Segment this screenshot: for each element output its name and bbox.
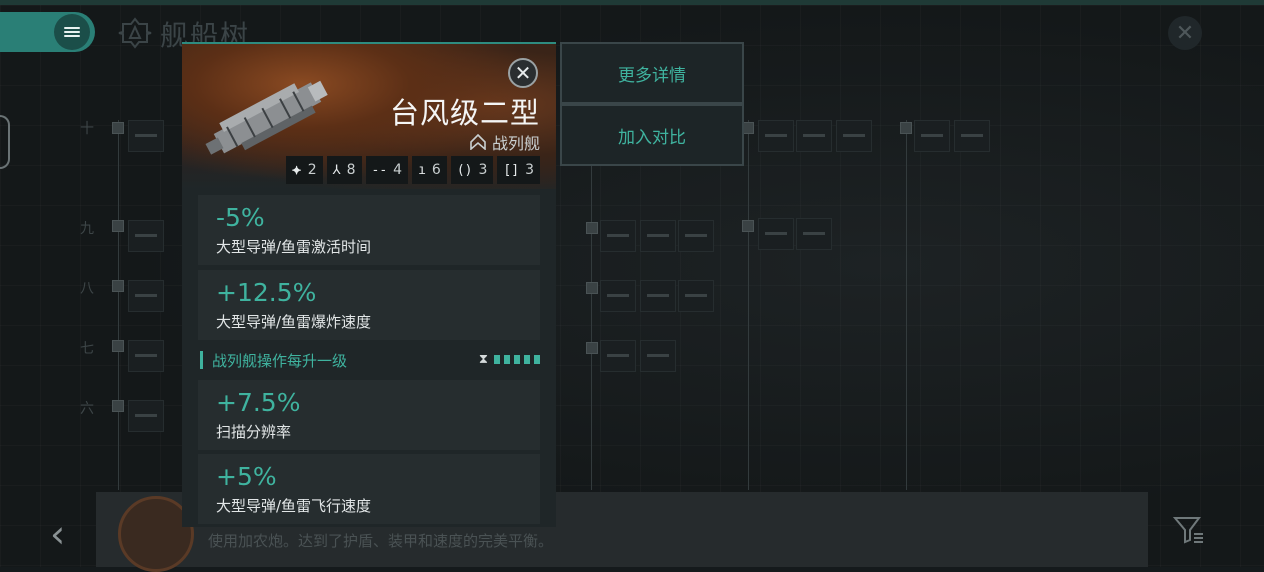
ship-node[interactable] xyxy=(128,120,164,152)
drone-icon: ⯌ xyxy=(291,162,302,178)
role-bonus: +12.5% 大型导弹/鱼雷爆炸速度 xyxy=(198,270,540,340)
side-tab[interactable] xyxy=(0,115,10,169)
ship-info-popup: ✕ 台风级二型 战列舰 ⯌ 2 ⅄ 8 -- 4 ı6 () 3 [] 3 -5% 大型导… xyxy=(182,42,556,527)
ship-node[interactable] xyxy=(836,120,872,152)
more-details-button[interactable]: 更多详情 xyxy=(560,42,744,104)
slot-value: 3 xyxy=(478,162,488,178)
close-icon: ✕ xyxy=(1175,20,1195,46)
slot-value: 8 xyxy=(346,162,356,178)
ship-description: 使用加农炮。达到了护盾、装甲和速度的完美平衡。 xyxy=(208,532,554,550)
ship-node[interactable] xyxy=(914,120,950,152)
ship-tree-icon xyxy=(118,17,152,49)
slot-rig: [] 3 xyxy=(497,156,540,184)
hourglass-icon: ⧗ xyxy=(478,352,488,367)
slot-value: 2 xyxy=(307,162,317,178)
slot-value: 3 xyxy=(525,162,534,178)
bonus-value: +7.5% xyxy=(216,388,301,417)
menu-button[interactable] xyxy=(54,14,90,50)
tree-junction xyxy=(112,220,124,232)
back-arrow-icon[interactable]: ‹ xyxy=(50,512,65,556)
level-pip xyxy=(494,355,500,364)
ship-node[interactable] xyxy=(600,220,636,252)
level-pip xyxy=(524,355,530,364)
battleship-class-icon xyxy=(470,134,486,150)
tier-label: 十 xyxy=(80,121,94,137)
ship-node[interactable] xyxy=(640,280,676,312)
add-compare-button[interactable]: 加入对比 xyxy=(560,104,744,166)
tree-junction xyxy=(112,340,124,352)
tree-junction xyxy=(742,220,754,232)
rig-slot-icon: [] xyxy=(503,162,520,178)
tree-branch-line xyxy=(118,120,119,490)
skill-level: ⧗ xyxy=(479,352,540,367)
turret-icon: ⅄ xyxy=(332,162,341,178)
tree-junction xyxy=(586,222,598,234)
tree-junction xyxy=(112,400,124,412)
ship-node[interactable] xyxy=(758,120,794,152)
hamburger-icon xyxy=(64,25,80,39)
tree-junction xyxy=(586,342,598,354)
level-pip xyxy=(534,355,540,364)
high-slot-icon: -- xyxy=(371,162,388,178)
ship-node[interactable] xyxy=(758,218,794,250)
mid-slot-icon: ı xyxy=(418,162,426,178)
slot-value: 4 xyxy=(393,162,403,178)
tree-junction xyxy=(112,122,124,134)
bonus-value: +5% xyxy=(216,462,277,491)
low-slot-icon: () xyxy=(456,162,473,178)
ship-node[interactable] xyxy=(954,120,990,152)
slot-mid: ı6 xyxy=(412,156,447,184)
popup-close-button[interactable]: ✕ xyxy=(508,58,538,88)
bonus-description: 大型导弹/鱼雷飞行速度 xyxy=(216,497,372,515)
slot-value: 6 xyxy=(431,162,441,178)
ship-node[interactable] xyxy=(128,340,164,372)
ship-name: 台风级二型 xyxy=(389,96,540,130)
ship-node[interactable] xyxy=(796,120,832,152)
slot-low: () 3 xyxy=(450,156,494,184)
skill-header: 战列舰操作每升一级 ⧗ xyxy=(198,347,540,373)
tier-label: 七 xyxy=(80,341,94,357)
filter-icon[interactable] xyxy=(1172,512,1206,546)
level-pip xyxy=(504,355,510,364)
ship-class-label: 战列舰 xyxy=(491,134,540,153)
accent-bar xyxy=(200,351,203,369)
ship-node[interactable] xyxy=(678,280,714,312)
close-button[interactable]: ✕ xyxy=(1168,16,1202,50)
ship-class: 战列舰 xyxy=(470,130,540,154)
close-icon: ✕ xyxy=(514,61,532,85)
role-bonus: -5% 大型导弹/鱼雷激活时间 xyxy=(198,195,540,265)
bonus-value: -5% xyxy=(216,203,265,232)
slot-drone: ⯌ 2 xyxy=(285,156,323,184)
ship-node[interactable] xyxy=(128,280,164,312)
ship-node[interactable] xyxy=(640,340,676,372)
bonus-description: 大型导弹/鱼雷爆炸速度 xyxy=(216,313,372,331)
slot-high: -- 4 xyxy=(365,156,409,184)
skill-header-label: 战列舰操作每升一级 xyxy=(212,351,348,370)
ship-node[interactable] xyxy=(600,340,636,372)
ship-node[interactable] xyxy=(640,220,676,252)
slot-summary: ⯌ 2 ⅄ 8 -- 4 ı6 () 3 [] 3 xyxy=(285,156,540,184)
bonus-description: 大型导弹/鱼雷激活时间 xyxy=(216,238,372,256)
skill-bonus: +5% 大型导弹/鱼雷飞行速度 xyxy=(198,454,540,524)
ship-node[interactable] xyxy=(128,220,164,252)
bonus-description: 扫描分辨率 xyxy=(216,423,292,441)
tree-branch-line xyxy=(591,165,592,490)
bonus-value: +12.5% xyxy=(216,278,317,307)
tree-branch-line xyxy=(906,120,907,490)
skill-bonus: +7.5% 扫描分辨率 xyxy=(198,380,540,450)
ship-node[interactable] xyxy=(796,218,832,250)
tree-junction xyxy=(900,122,912,134)
slot-turret: ⅄ 8 xyxy=(326,156,362,184)
tier-label: 八 xyxy=(80,281,94,297)
level-pip xyxy=(514,355,520,364)
tier-label: 六 xyxy=(80,401,94,417)
tree-junction xyxy=(586,282,598,294)
tier-label: 九 xyxy=(80,221,94,237)
ship-node[interactable] xyxy=(678,220,714,252)
tree-branch-line xyxy=(748,120,749,490)
ship-node[interactable] xyxy=(600,280,636,312)
tree-junction xyxy=(112,280,124,292)
ship-node[interactable] xyxy=(128,400,164,432)
